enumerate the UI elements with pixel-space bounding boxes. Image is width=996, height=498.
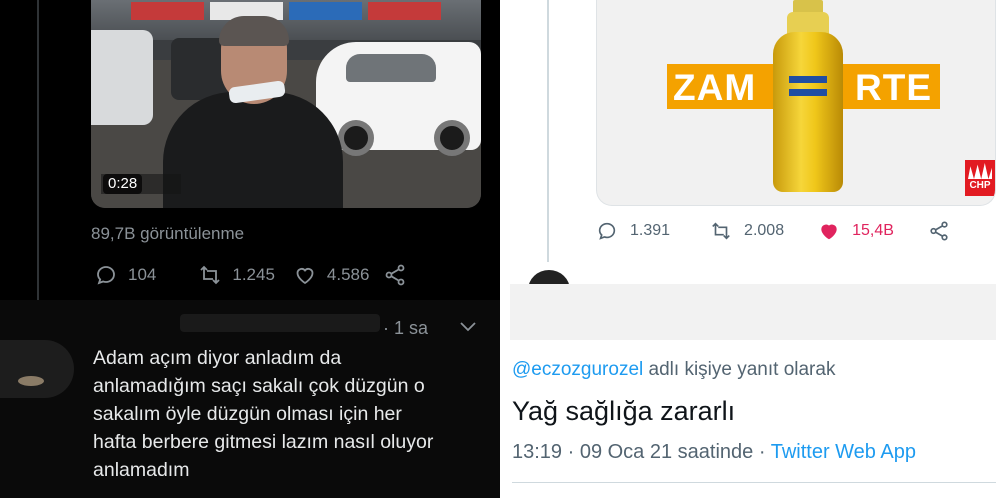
tweet-text: Adam açım diyor anladım da anlamadığım s… bbox=[93, 344, 493, 484]
left-dark-panel: 0:28 89,7B görüntülenme 104 1.245 4.586 … bbox=[0, 0, 500, 498]
chevron-down-icon[interactable] bbox=[458, 320, 478, 334]
like-button[interactable]: 15,4B bbox=[818, 220, 894, 242]
retweet-count: 2.008 bbox=[744, 222, 785, 239]
retweet-button[interactable]: 2.008 bbox=[710, 220, 784, 242]
ad-word-left: ZAM bbox=[673, 67, 757, 108]
right-light-panel: ZAM RTE CHP 1.391 2.008 15,4B @eczozguro… bbox=[500, 0, 996, 498]
reply-icon bbox=[598, 222, 616, 240]
reply-context: @eczozgurozel adlı kişiye yanıt olarak bbox=[512, 359, 835, 381]
oil-bottle-image bbox=[773, 32, 843, 192]
tweet-text-line: anlamadım bbox=[93, 459, 190, 481]
thread-line bbox=[547, 0, 549, 262]
tweet-text-line: anlamadığım saçı sakalı çok düzgün o bbox=[93, 375, 425, 397]
reply-count: 1.391 bbox=[630, 222, 671, 239]
party-logo: CHP bbox=[965, 160, 995, 196]
reply-context-text: adlı kişiye yanıt olarak bbox=[643, 359, 836, 380]
car-image bbox=[91, 30, 153, 125]
reply-handle-link[interactable]: @eczozgurozel bbox=[512, 359, 643, 380]
tweet-time: · 1 sa bbox=[383, 318, 429, 338]
car-image bbox=[316, 42, 481, 156]
share-icon bbox=[930, 221, 948, 241]
tweet-actions: 1.391 2.008 15,4B bbox=[596, 218, 950, 244]
share-button[interactable] bbox=[383, 263, 407, 287]
person-image bbox=[163, 92, 343, 208]
redacted-header bbox=[510, 284, 996, 340]
redacted-username bbox=[180, 314, 380, 332]
avatar[interactable] bbox=[0, 340, 74, 398]
source-app-link[interactable]: Twitter Web App bbox=[771, 441, 916, 463]
like-button[interactable]: 4.586 bbox=[293, 263, 370, 287]
tweet-text-line: Adam açım diyor anladım da bbox=[93, 347, 342, 369]
shop-signs bbox=[91, 0, 481, 24]
heart-icon bbox=[821, 224, 837, 240]
reply-icon bbox=[97, 266, 115, 285]
ad-word-right: RTE bbox=[855, 67, 932, 108]
retweet-icon bbox=[712, 222, 730, 240]
retweet-icon bbox=[200, 265, 221, 285]
equals-sign bbox=[789, 76, 827, 98]
share-icon bbox=[386, 264, 405, 286]
like-count: 15,4B bbox=[852, 222, 894, 239]
like-count: 4.586 bbox=[326, 265, 370, 284]
thread-line bbox=[37, 0, 39, 300]
tweet-text-line: sakalım öyle düzgün olması için her bbox=[93, 403, 402, 425]
view-count: 89,7B görüntülenme bbox=[91, 224, 245, 243]
retweet-button[interactable]: 1.245 bbox=[198, 263, 275, 287]
tweet-timestamp: 13:19 · 09 Oca 21 saatinde · bbox=[512, 441, 771, 463]
tweet-text: Yağ sağlığa zararlı bbox=[512, 396, 736, 426]
reply-tweet[interactable]: · 1 sa Adam açım diyor anladım da anlama… bbox=[0, 300, 500, 498]
tweet-image[interactable]: ZAM RTE CHP bbox=[596, 0, 996, 206]
tweet-actions: 104 1.245 4.586 bbox=[94, 262, 407, 288]
tweet-meta: 13:19 · 09 Oca 21 saatinde · Twitter Web… bbox=[512, 441, 916, 464]
tweet-text-line: hafta berbere gitmesi lazım nasıl oluyor bbox=[93, 431, 434, 453]
retweet-count: 1.245 bbox=[232, 265, 275, 284]
video-thumbnail[interactable]: 0:28 bbox=[91, 0, 481, 208]
divider bbox=[512, 482, 996, 483]
heart-icon bbox=[296, 268, 314, 285]
reply-button[interactable]: 104 bbox=[94, 263, 156, 287]
share-button[interactable] bbox=[928, 220, 950, 242]
reply-count: 104 bbox=[128, 265, 157, 284]
reply-button[interactable]: 1.391 bbox=[596, 220, 670, 242]
video-duration: 0:28 bbox=[103, 174, 143, 194]
